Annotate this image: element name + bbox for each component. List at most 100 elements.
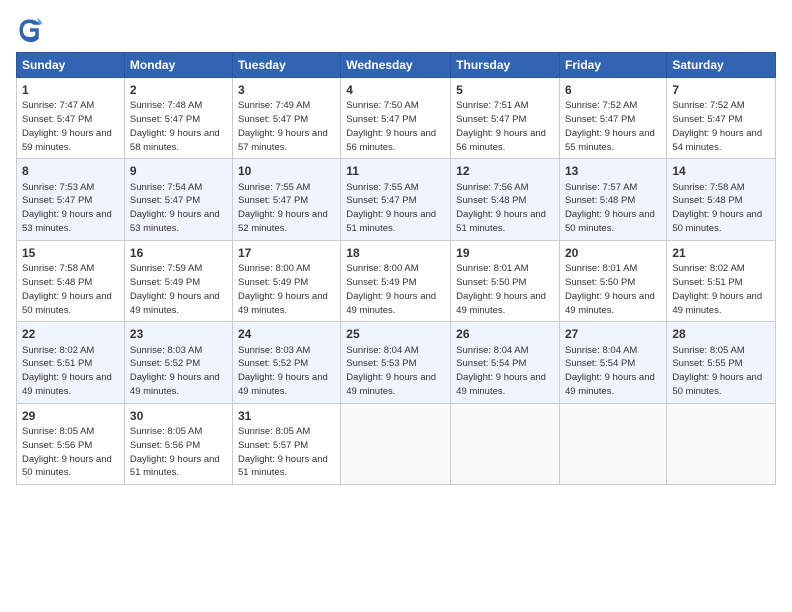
- day-info: Sunrise: 7:50 AMSunset: 5:47 PMDaylight:…: [346, 100, 436, 152]
- day-number: 13: [565, 163, 661, 179]
- day-info: Sunrise: 8:01 AMSunset: 5:50 PMDaylight:…: [565, 263, 655, 315]
- page: SundayMondayTuesdayWednesdayThursdayFrid…: [0, 0, 792, 612]
- calendar-cell: 19 Sunrise: 8:01 AMSunset: 5:50 PMDaylig…: [451, 240, 560, 321]
- day-info: Sunrise: 8:00 AMSunset: 5:49 PMDaylight:…: [346, 263, 436, 315]
- day-info: Sunrise: 8:01 AMSunset: 5:50 PMDaylight:…: [456, 263, 546, 315]
- day-info: Sunrise: 7:54 AMSunset: 5:47 PMDaylight:…: [130, 182, 220, 234]
- calendar-cell: [341, 403, 451, 484]
- calendar-cell: 25 Sunrise: 8:04 AMSunset: 5:53 PMDaylig…: [341, 322, 451, 403]
- day-info: Sunrise: 7:52 AMSunset: 5:47 PMDaylight:…: [672, 100, 762, 152]
- day-number: 4: [346, 82, 445, 98]
- day-info: Sunrise: 8:05 AMSunset: 5:56 PMDaylight:…: [130, 426, 220, 478]
- day-number: 24: [238, 326, 335, 342]
- calendar-week-4: 22 Sunrise: 8:02 AMSunset: 5:51 PMDaylig…: [17, 322, 776, 403]
- calendar-cell: 23 Sunrise: 8:03 AMSunset: 5:52 PMDaylig…: [124, 322, 232, 403]
- calendar-cell: 5 Sunrise: 7:51 AMSunset: 5:47 PMDayligh…: [451, 78, 560, 159]
- logo: [16, 16, 48, 44]
- calendar-week-5: 29 Sunrise: 8:05 AMSunset: 5:56 PMDaylig…: [17, 403, 776, 484]
- day-info: Sunrise: 7:55 AMSunset: 5:47 PMDaylight:…: [238, 182, 328, 234]
- day-number: 8: [22, 163, 119, 179]
- day-number: 26: [456, 326, 554, 342]
- day-info: Sunrise: 7:59 AMSunset: 5:49 PMDaylight:…: [130, 263, 220, 315]
- calendar-week-2: 8 Sunrise: 7:53 AMSunset: 5:47 PMDayligh…: [17, 159, 776, 240]
- weekday-header-wednesday: Wednesday: [341, 53, 451, 78]
- day-number: 1: [22, 82, 119, 98]
- calendar-cell: 14 Sunrise: 7:58 AMSunset: 5:48 PMDaylig…: [667, 159, 776, 240]
- day-number: 28: [672, 326, 770, 342]
- day-number: 14: [672, 163, 770, 179]
- day-number: 27: [565, 326, 661, 342]
- calendar-cell: 7 Sunrise: 7:52 AMSunset: 5:47 PMDayligh…: [667, 78, 776, 159]
- day-info: Sunrise: 7:49 AMSunset: 5:47 PMDaylight:…: [238, 100, 328, 152]
- weekday-header-tuesday: Tuesday: [232, 53, 340, 78]
- calendar-cell: 29 Sunrise: 8:05 AMSunset: 5:56 PMDaylig…: [17, 403, 125, 484]
- day-number: 19: [456, 245, 554, 261]
- calendar-cell: 3 Sunrise: 7:49 AMSunset: 5:47 PMDayligh…: [232, 78, 340, 159]
- calendar-cell: 17 Sunrise: 8:00 AMSunset: 5:49 PMDaylig…: [232, 240, 340, 321]
- day-info: Sunrise: 7:53 AMSunset: 5:47 PMDaylight:…: [22, 182, 112, 234]
- calendar-cell: [667, 403, 776, 484]
- day-number: 15: [22, 245, 119, 261]
- day-number: 25: [346, 326, 445, 342]
- day-info: Sunrise: 7:52 AMSunset: 5:47 PMDaylight:…: [565, 100, 655, 152]
- weekday-header-thursday: Thursday: [451, 53, 560, 78]
- day-info: Sunrise: 8:00 AMSunset: 5:49 PMDaylight:…: [238, 263, 328, 315]
- calendar-cell: 27 Sunrise: 8:04 AMSunset: 5:54 PMDaylig…: [560, 322, 667, 403]
- day-info: Sunrise: 7:58 AMSunset: 5:48 PMDaylight:…: [672, 182, 762, 234]
- weekday-header-row: SundayMondayTuesdayWednesdayThursdayFrid…: [17, 53, 776, 78]
- calendar-cell: 6 Sunrise: 7:52 AMSunset: 5:47 PMDayligh…: [560, 78, 667, 159]
- logo-icon: [16, 16, 44, 44]
- day-info: Sunrise: 8:03 AMSunset: 5:52 PMDaylight:…: [238, 345, 328, 397]
- day-number: 17: [238, 245, 335, 261]
- day-number: 5: [456, 82, 554, 98]
- weekday-header-monday: Monday: [124, 53, 232, 78]
- calendar-cell: 20 Sunrise: 8:01 AMSunset: 5:50 PMDaylig…: [560, 240, 667, 321]
- day-info: Sunrise: 8:04 AMSunset: 5:54 PMDaylight:…: [565, 345, 655, 397]
- day-number: 9: [130, 163, 227, 179]
- calendar-cell: 22 Sunrise: 8:02 AMSunset: 5:51 PMDaylig…: [17, 322, 125, 403]
- day-info: Sunrise: 7:56 AMSunset: 5:48 PMDaylight:…: [456, 182, 546, 234]
- calendar-cell: 28 Sunrise: 8:05 AMSunset: 5:55 PMDaylig…: [667, 322, 776, 403]
- calendar-cell: 13 Sunrise: 7:57 AMSunset: 5:48 PMDaylig…: [560, 159, 667, 240]
- day-number: 31: [238, 408, 335, 424]
- day-number: 7: [672, 82, 770, 98]
- day-info: Sunrise: 8:04 AMSunset: 5:54 PMDaylight:…: [456, 345, 546, 397]
- header: [16, 16, 776, 44]
- weekday-header-friday: Friday: [560, 53, 667, 78]
- day-info: Sunrise: 8:05 AMSunset: 5:57 PMDaylight:…: [238, 426, 328, 478]
- day-info: Sunrise: 7:51 AMSunset: 5:47 PMDaylight:…: [456, 100, 546, 152]
- day-info: Sunrise: 8:03 AMSunset: 5:52 PMDaylight:…: [130, 345, 220, 397]
- day-number: 29: [22, 408, 119, 424]
- calendar-cell: 16 Sunrise: 7:59 AMSunset: 5:49 PMDaylig…: [124, 240, 232, 321]
- day-info: Sunrise: 8:05 AMSunset: 5:55 PMDaylight:…: [672, 345, 762, 397]
- calendar-cell: 12 Sunrise: 7:56 AMSunset: 5:48 PMDaylig…: [451, 159, 560, 240]
- day-number: 30: [130, 408, 227, 424]
- day-info: Sunrise: 8:05 AMSunset: 5:56 PMDaylight:…: [22, 426, 112, 478]
- calendar-cell: 24 Sunrise: 8:03 AMSunset: 5:52 PMDaylig…: [232, 322, 340, 403]
- calendar-cell: 10 Sunrise: 7:55 AMSunset: 5:47 PMDaylig…: [232, 159, 340, 240]
- calendar-cell: 2 Sunrise: 7:48 AMSunset: 5:47 PMDayligh…: [124, 78, 232, 159]
- day-number: 20: [565, 245, 661, 261]
- calendar-cell: 11 Sunrise: 7:55 AMSunset: 5:47 PMDaylig…: [341, 159, 451, 240]
- calendar-cell: 18 Sunrise: 8:00 AMSunset: 5:49 PMDaylig…: [341, 240, 451, 321]
- day-info: Sunrise: 8:02 AMSunset: 5:51 PMDaylight:…: [672, 263, 762, 315]
- calendar-cell: 26 Sunrise: 8:04 AMSunset: 5:54 PMDaylig…: [451, 322, 560, 403]
- weekday-header-sunday: Sunday: [17, 53, 125, 78]
- calendar-cell: 30 Sunrise: 8:05 AMSunset: 5:56 PMDaylig…: [124, 403, 232, 484]
- day-number: 11: [346, 163, 445, 179]
- weekday-header-saturday: Saturday: [667, 53, 776, 78]
- day-number: 6: [565, 82, 661, 98]
- calendar-cell: 15 Sunrise: 7:58 AMSunset: 5:48 PMDaylig…: [17, 240, 125, 321]
- calendar-cell: [560, 403, 667, 484]
- day-number: 12: [456, 163, 554, 179]
- calendar-cell: 8 Sunrise: 7:53 AMSunset: 5:47 PMDayligh…: [17, 159, 125, 240]
- calendar-cell: [451, 403, 560, 484]
- day-number: 21: [672, 245, 770, 261]
- day-number: 2: [130, 82, 227, 98]
- day-info: Sunrise: 7:55 AMSunset: 5:47 PMDaylight:…: [346, 182, 436, 234]
- day-info: Sunrise: 7:58 AMSunset: 5:48 PMDaylight:…: [22, 263, 112, 315]
- day-number: 16: [130, 245, 227, 261]
- calendar-cell: 9 Sunrise: 7:54 AMSunset: 5:47 PMDayligh…: [124, 159, 232, 240]
- day-number: 22: [22, 326, 119, 342]
- calendar-cell: 21 Sunrise: 8:02 AMSunset: 5:51 PMDaylig…: [667, 240, 776, 321]
